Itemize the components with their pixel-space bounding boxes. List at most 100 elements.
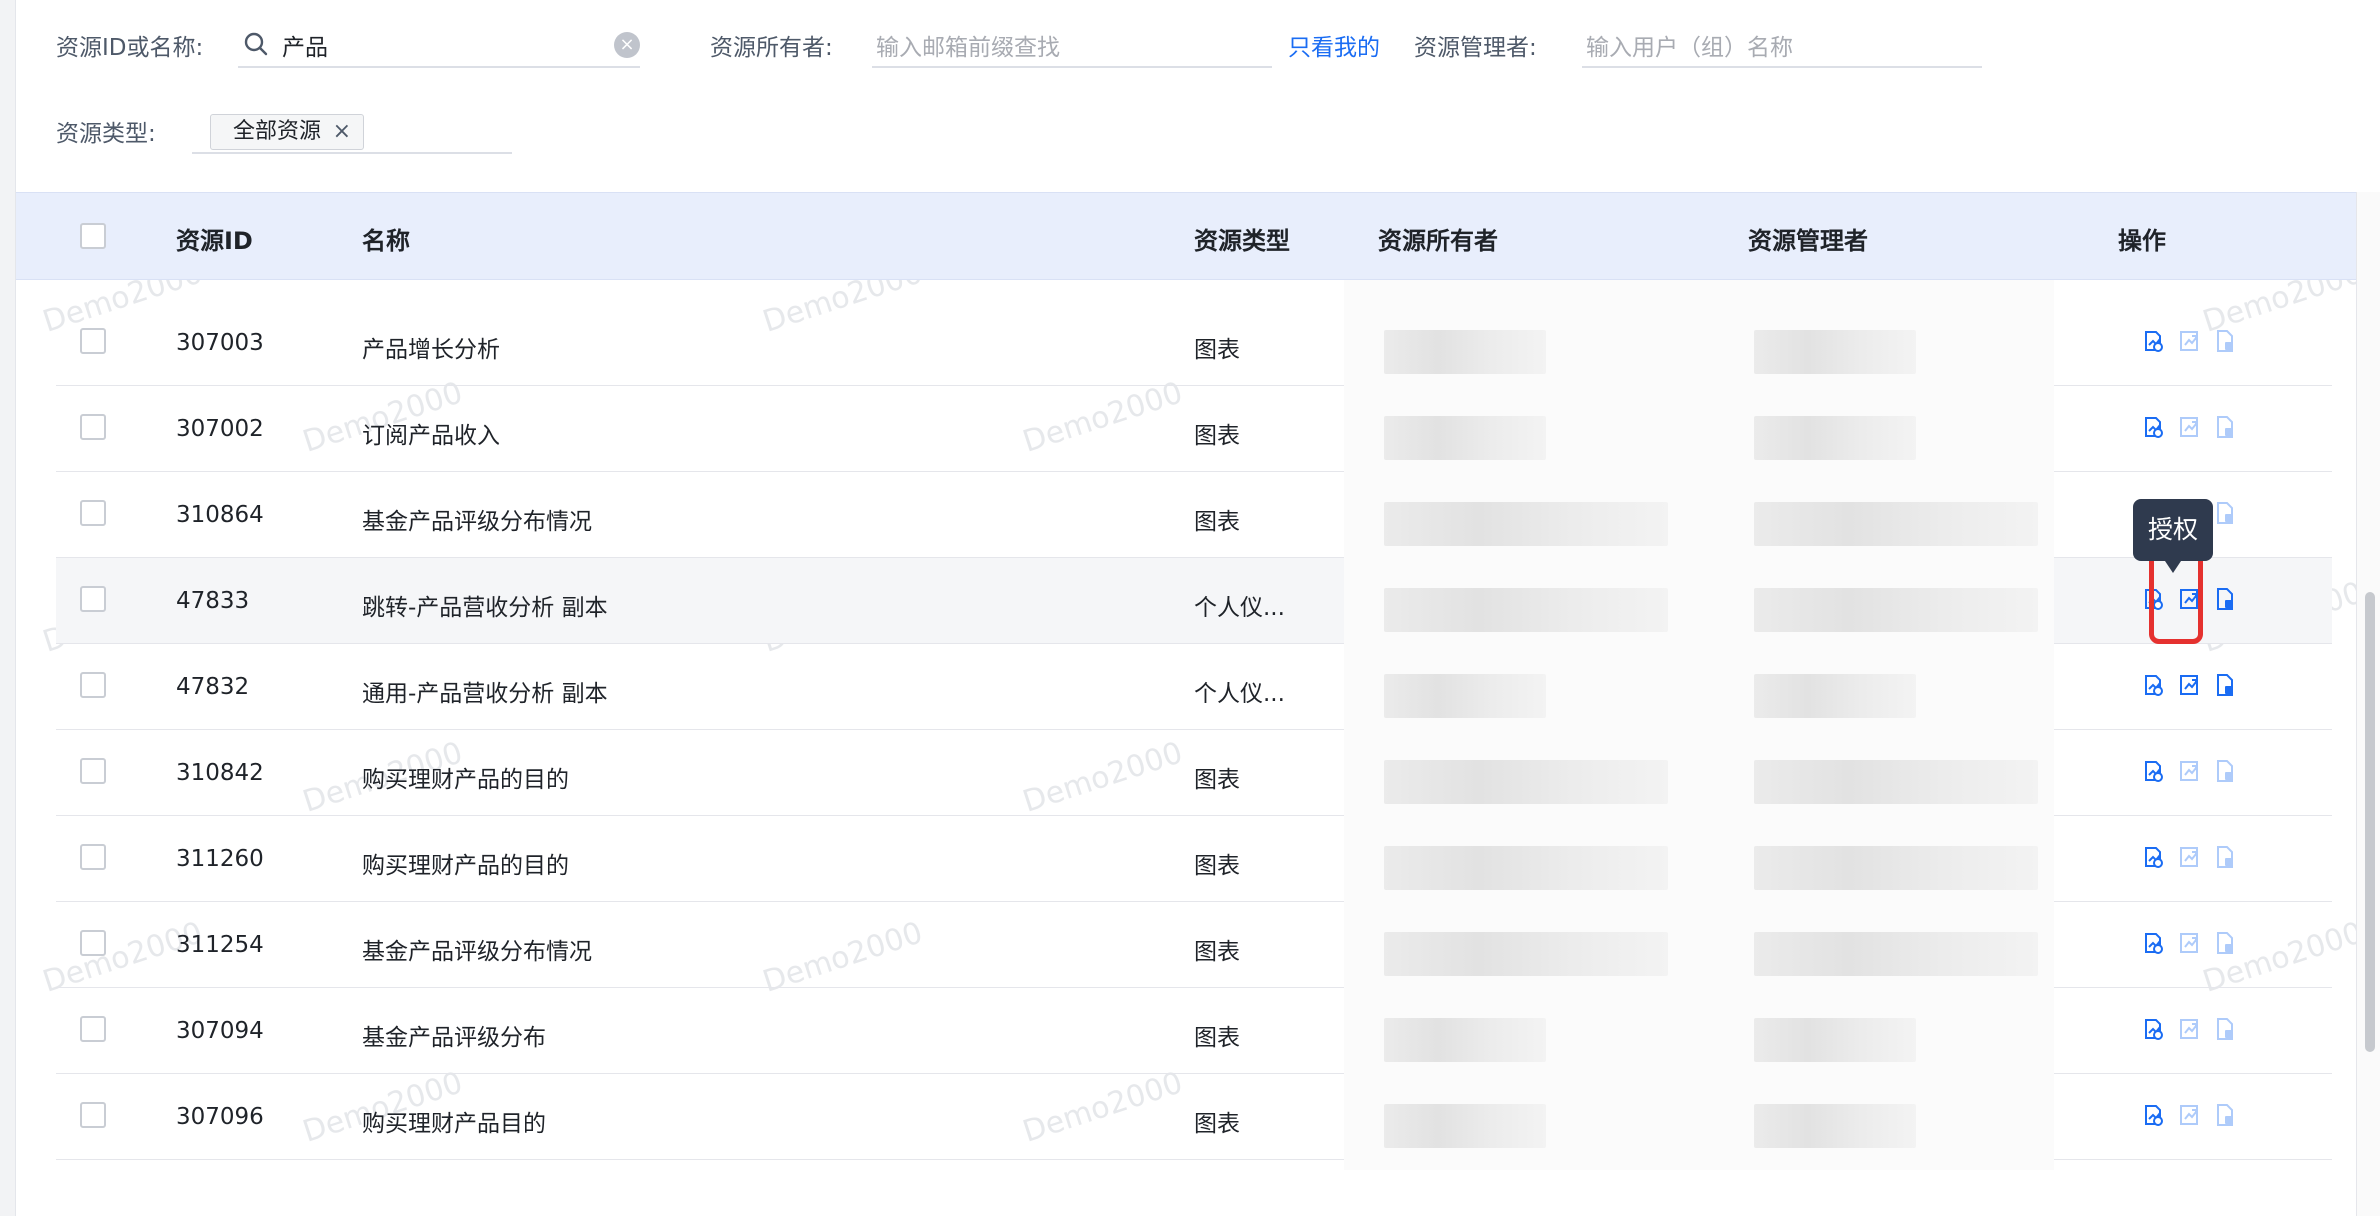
transfer-icon[interactable] <box>2142 930 2164 956</box>
cell-name: 基金产品评级分布情况 <box>362 939 592 965</box>
cell-type: 图表 <box>1194 767 1240 793</box>
permission-icon[interactable] <box>2214 930 2236 956</box>
cell-type: 图表 <box>1194 939 1240 965</box>
redacted-manager <box>1754 674 1916 718</box>
cell-resource-id: 311260 <box>176 846 264 872</box>
permission-icon[interactable] <box>2214 414 2236 440</box>
cell-resource-id: 47833 <box>176 588 250 614</box>
authorize-icon[interactable] <box>2178 844 2200 870</box>
transfer-icon[interactable] <box>2142 328 2164 354</box>
redacted-manager <box>1754 1104 1916 1148</box>
left-panel-edge <box>0 0 16 1216</box>
redacted-owner <box>1384 674 1546 718</box>
row-checkbox[interactable] <box>80 414 106 440</box>
owner-input[interactable]: 输入邮箱前缀查找 <box>872 20 1272 68</box>
transfer-icon[interactable] <box>2142 844 2164 870</box>
permission-icon[interactable] <box>2214 1016 2236 1042</box>
scrollbar[interactable] <box>2356 192 2380 1216</box>
authorize-icon[interactable] <box>2178 930 2200 956</box>
clear-icon[interactable]: × <box>614 32 640 58</box>
manager-input-placeholder: 输入用户（组）名称 <box>1586 35 1793 61</box>
cell-resource-id: 47832 <box>176 674 250 700</box>
authorize-icon[interactable] <box>2178 328 2200 354</box>
cell-resource-id: 307096 <box>176 1104 264 1130</box>
type-tag: 全部资源 × <box>210 114 365 150</box>
authorize-icon[interactable] <box>2178 758 2200 784</box>
redacted-manager <box>1754 932 2038 976</box>
header-resource-id: 资源ID <box>176 227 253 255</box>
authorize-icon[interactable] <box>2178 1016 2200 1042</box>
redacted-manager <box>1754 588 2038 632</box>
redacted-owner <box>1384 1018 1546 1062</box>
cell-name: 购买理财产品的目的 <box>362 767 569 793</box>
redacted-owner <box>1384 846 1668 890</box>
cell-resource-id: 311254 <box>176 932 264 958</box>
cell-resource-id: 307003 <box>176 330 264 356</box>
permission-icon[interactable] <box>2214 328 2236 354</box>
cell-name: 跳转-产品营收分析 副本 <box>362 595 608 621</box>
cell-resource-id: 310842 <box>176 760 264 786</box>
cell-name: 购买理财产品目的 <box>362 1111 546 1137</box>
only-mine-link[interactable]: 只看我的 <box>1288 28 1380 62</box>
resource-search-input[interactable]: 产品 × <box>238 20 640 68</box>
row-checkbox[interactable] <box>80 586 106 612</box>
redacted-manager <box>1754 1018 1916 1062</box>
table-header: 资源ID 名称 资源类型 资源所有者 资源管理者 操作 <box>16 192 2356 280</box>
resource-table: 资源ID 名称 资源类型 资源所有者 资源管理者 操作 307003 产品增长分析… <box>16 192 2356 1216</box>
redacted-owner <box>1384 330 1546 374</box>
row-actions <box>2142 328 2236 354</box>
row-actions <box>2142 672 2236 698</box>
manager-input[interactable]: 输入用户（组）名称 <box>1582 20 1982 68</box>
owner-input-placeholder: 输入邮箱前缀查找 <box>876 35 1060 61</box>
permission-icon[interactable] <box>2214 500 2236 526</box>
header-name: 名称 <box>362 227 410 255</box>
row-checkbox[interactable] <box>80 930 106 956</box>
authorize-icon[interactable] <box>2178 1102 2200 1128</box>
cell-type: 图表 <box>1194 337 1240 363</box>
cell-type: 个人仪... <box>1194 595 1285 621</box>
transfer-icon[interactable] <box>2142 672 2164 698</box>
row-actions <box>2142 1102 2236 1128</box>
transfer-icon[interactable] <box>2142 1102 2164 1128</box>
redacted-manager <box>1754 502 2038 546</box>
owner-filter-label: 资源所有者: <box>710 35 833 61</box>
redacted-owner <box>1384 502 1668 546</box>
row-checkbox[interactable] <box>80 328 106 354</box>
transfer-icon[interactable] <box>2142 758 2164 784</box>
permission-icon[interactable] <box>2214 586 2236 612</box>
permission-icon[interactable] <box>2214 672 2236 698</box>
authorize-icon[interactable] <box>2178 672 2200 698</box>
scrollbar-thumb[interactable] <box>2365 592 2375 1052</box>
type-select[interactable]: 全部资源 × <box>192 106 512 154</box>
row-actions <box>2142 844 2236 870</box>
row-checkbox[interactable] <box>80 758 106 784</box>
search-icon <box>244 32 268 56</box>
cell-name: 订阅产品收入 <box>362 423 500 449</box>
cell-name: 产品增长分析 <box>362 337 500 363</box>
row-checkbox[interactable] <box>80 1102 106 1128</box>
row-checkbox[interactable] <box>80 1016 106 1042</box>
authorize-icon[interactable] <box>2178 414 2200 440</box>
cell-name: 购买理财产品的目的 <box>362 853 569 879</box>
redacted-manager <box>1754 330 1916 374</box>
permission-icon[interactable] <box>2214 1102 2236 1128</box>
row-checkbox[interactable] <box>80 844 106 870</box>
cell-type: 图表 <box>1194 853 1240 879</box>
header-manager: 资源管理者 <box>1748 227 1868 255</box>
row-actions <box>2142 758 2236 784</box>
header-actions: 操作 <box>2118 227 2166 255</box>
authorize-tooltip: 授权 <box>2133 499 2213 573</box>
row-checkbox[interactable] <box>80 500 106 526</box>
permission-icon[interactable] <box>2214 758 2236 784</box>
cell-type: 图表 <box>1194 1025 1240 1051</box>
cell-resource-id: 310864 <box>176 502 264 528</box>
tag-close-icon[interactable]: × <box>333 115 351 149</box>
row-checkbox[interactable] <box>80 672 106 698</box>
type-filter-label: 资源类型: <box>56 121 156 147</box>
redacted-owner-manager-area <box>1344 280 2054 1170</box>
permission-icon[interactable] <box>2214 844 2236 870</box>
transfer-icon[interactable] <box>2142 414 2164 440</box>
transfer-icon[interactable] <box>2142 1016 2164 1042</box>
redacted-owner <box>1384 932 1668 976</box>
select-all-checkbox[interactable] <box>80 223 106 249</box>
